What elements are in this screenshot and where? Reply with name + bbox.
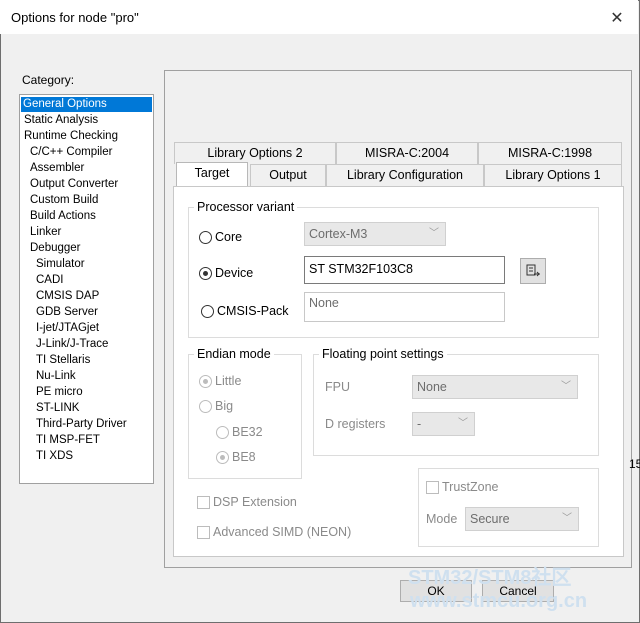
category-item[interactable]: PE micro bbox=[34, 385, 85, 400]
be32-radio[interactable] bbox=[216, 426, 229, 439]
floating-point-group bbox=[313, 354, 599, 456]
big-radio[interactable] bbox=[199, 400, 212, 413]
trustzone-checkbox[interactable] bbox=[426, 481, 439, 494]
chevron-down-icon: ﹀ bbox=[561, 381, 571, 392]
category-item[interactable]: General Options bbox=[21, 97, 152, 112]
cmsis-pack-label: CMSIS-Pack bbox=[217, 304, 289, 318]
device-radio[interactable] bbox=[199, 267, 212, 280]
category-item[interactable]: Output Converter bbox=[28, 177, 120, 192]
floating-point-title: Floating point settings bbox=[319, 347, 447, 361]
edge-text-fragment: 15 bbox=[629, 457, 640, 471]
category-item[interactable]: ST-LINK bbox=[34, 401, 81, 416]
fpu-select[interactable]: None ﹀ bbox=[412, 375, 578, 399]
device-select-icon bbox=[526, 264, 540, 277]
window-title: Options for node "pro" bbox=[11, 10, 139, 25]
close-button[interactable]: ✕ bbox=[600, 6, 634, 30]
little-radio[interactable] bbox=[199, 375, 212, 388]
category-item[interactable]: Simulator bbox=[34, 257, 87, 272]
tab-target[interactable]: Target bbox=[176, 162, 248, 186]
fpu-label: FPU bbox=[325, 380, 350, 394]
category-item[interactable]: I-jet/JTAGjet bbox=[34, 321, 101, 336]
category-item[interactable]: Custom Build bbox=[28, 193, 100, 208]
category-item[interactable]: GDB Server bbox=[34, 305, 100, 320]
little-label: Little bbox=[215, 374, 242, 388]
chevron-down-icon: ﹀ bbox=[562, 513, 572, 524]
close-icon: ✕ bbox=[610, 10, 624, 27]
category-item[interactable]: TI Stellaris bbox=[34, 353, 92, 368]
core-label: Core bbox=[215, 230, 243, 244]
watermark-line-2: www.stmcu.org.cn bbox=[410, 590, 588, 612]
mode-select[interactable]: Secure ﹀ bbox=[465, 507, 579, 531]
tab-misra-c-1998[interactable]: MISRA-C:1998 bbox=[478, 142, 622, 164]
big-label: Big bbox=[215, 399, 234, 413]
processor-variant-title: Processor variant bbox=[194, 200, 298, 214]
category-item[interactable]: Linker bbox=[28, 225, 63, 240]
category-item[interactable]: Nu-Link bbox=[34, 369, 78, 384]
category-item[interactable]: J-Link/J-Trace bbox=[34, 337, 110, 352]
category-item[interactable]: Assembler bbox=[28, 161, 86, 176]
category-item[interactable]: CMSIS DAP bbox=[34, 289, 101, 304]
mode-label: Mode bbox=[426, 512, 458, 526]
category-item[interactable]: Static Analysis bbox=[22, 113, 100, 128]
device-browse-button[interactable] bbox=[520, 258, 546, 284]
advanced-simd-checkbox[interactable] bbox=[197, 526, 210, 539]
category-item[interactable]: Debugger bbox=[28, 241, 83, 256]
core-radio[interactable] bbox=[199, 231, 212, 244]
tab-library-options-1[interactable]: Library Options 1 bbox=[484, 164, 622, 186]
trustzone-label: TrustZone bbox=[442, 480, 499, 494]
be8-label: BE8 bbox=[232, 450, 256, 464]
device-field[interactable]: ST STM32F103C8 bbox=[304, 256, 505, 284]
be8-radio[interactable] bbox=[216, 451, 229, 464]
category-item[interactable]: C/C++ Compiler bbox=[28, 145, 114, 160]
device-label: Device bbox=[215, 266, 254, 280]
tab-library-configuration[interactable]: Library Configuration bbox=[326, 164, 484, 186]
advanced-simd-label: Advanced SIMD (NEON) bbox=[213, 525, 352, 539]
category-item[interactable]: TI MSP-FET bbox=[34, 433, 102, 448]
category-item[interactable]: Runtime Checking bbox=[22, 129, 120, 144]
be32-label: BE32 bbox=[232, 425, 263, 439]
tab-output[interactable]: Output bbox=[250, 164, 326, 186]
endian-mode-title: Endian mode bbox=[194, 347, 274, 361]
category-label: Category: bbox=[22, 73, 75, 87]
watermark-line-1: STM32/STM8社区 bbox=[408, 567, 572, 589]
category-item[interactable]: Build Actions bbox=[28, 209, 98, 224]
d-registers-label: D registers bbox=[325, 417, 386, 431]
title-bar: Options for node "pro" ✕ bbox=[0, 0, 638, 34]
chevron-down-icon: ﹀ bbox=[458, 418, 468, 429]
chevron-down-icon: ﹀ bbox=[429, 228, 439, 239]
category-item[interactable]: CADI bbox=[34, 273, 65, 288]
category-list[interactable]: General Options Static Analysis Runtime Ch… bbox=[19, 94, 154, 484]
cmsis-pack-radio[interactable] bbox=[201, 305, 214, 318]
core-select[interactable]: Cortex-M3 ﹀ bbox=[304, 222, 446, 246]
cmsis-pack-field[interactable]: None bbox=[304, 292, 505, 322]
dsp-extension-checkbox[interactable] bbox=[197, 496, 210, 509]
category-item[interactable]: Third-Party Driver bbox=[34, 417, 129, 432]
tab-misra-c-2004[interactable]: MISRA-C:2004 bbox=[336, 142, 478, 164]
dsp-extension-label: DSP Extension bbox=[213, 495, 297, 509]
tab-library-options-2[interactable]: Library Options 2 bbox=[174, 142, 336, 164]
category-item[interactable]: TI XDS bbox=[34, 449, 75, 464]
d-registers-select[interactable]: - ﹀ bbox=[412, 412, 475, 436]
